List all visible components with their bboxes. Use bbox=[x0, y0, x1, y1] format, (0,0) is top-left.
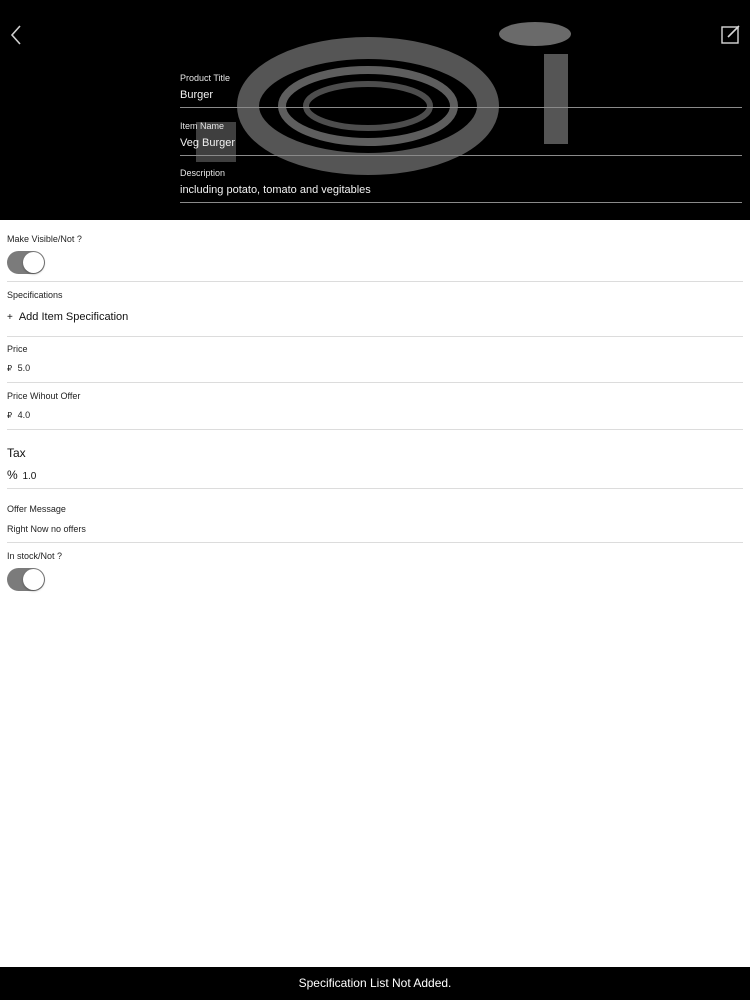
price-without-offer-amount: 4.0 bbox=[17, 410, 31, 420]
currency-symbol: ₽ bbox=[7, 364, 13, 373]
price-label: Price bbox=[7, 344, 28, 354]
stock-section: In stock/Not ? bbox=[7, 551, 743, 599]
status-toast: Specification List Not Added. bbox=[0, 967, 750, 1000]
item-name-field[interactable]: Item Name Veg Burger bbox=[180, 121, 742, 156]
price-value: ₽ 5.0 bbox=[7, 363, 30, 373]
divider bbox=[7, 382, 743, 383]
item-name-label: Item Name bbox=[180, 121, 225, 131]
divider bbox=[180, 155, 742, 156]
stock-toggle[interactable] bbox=[7, 568, 45, 591]
edit-icon bbox=[721, 25, 740, 44]
product-title-field[interactable]: Product Title Burger bbox=[180, 73, 742, 108]
product-header: Product Title Burger Item Name Veg Burge… bbox=[0, 0, 750, 220]
price-amount: 5.0 bbox=[17, 363, 31, 373]
divider bbox=[7, 542, 743, 543]
back-button[interactable] bbox=[4, 18, 32, 52]
offer-message-value: Right Now no offers bbox=[7, 524, 86, 534]
divider bbox=[7, 429, 743, 430]
offer-message-label: Offer Message bbox=[7, 504, 66, 514]
edit-button[interactable] bbox=[718, 22, 744, 48]
divider bbox=[180, 202, 742, 203]
item-name-value: Veg Burger bbox=[180, 137, 236, 149]
price-without-offer-label: Price Wihout Offer bbox=[7, 391, 81, 401]
currency-symbol: ₽ bbox=[7, 411, 13, 420]
divider bbox=[7, 281, 743, 282]
tax-amount: 1.0 bbox=[22, 471, 37, 482]
add-specification-button[interactable]: + Add Item Specification bbox=[7, 311, 128, 323]
toggle-knob bbox=[23, 569, 44, 590]
divider bbox=[180, 107, 742, 108]
product-title-value: Burger bbox=[180, 89, 214, 101]
percent-symbol: % bbox=[7, 468, 18, 482]
specifications-section: Specifications + Add Item Specification bbox=[7, 290, 743, 337]
visibility-label: Make Visible/Not ? bbox=[7, 234, 82, 244]
specifications-label: Specifications bbox=[7, 290, 63, 300]
tax-label: Tax bbox=[7, 446, 26, 460]
description-value: including potato, tomato and vegitables bbox=[180, 184, 371, 196]
tax-section[interactable]: Tax % 1.0 bbox=[7, 446, 743, 489]
price-section[interactable]: Price ₽ 5.0 bbox=[7, 344, 743, 383]
toast-message: Specification List Not Added. bbox=[298, 976, 452, 990]
visibility-section: Make Visible/Not ? bbox=[7, 234, 743, 282]
description-label: Description bbox=[180, 168, 226, 178]
visibility-toggle[interactable] bbox=[7, 251, 45, 274]
toggle-knob bbox=[23, 252, 44, 273]
description-field[interactable]: Description including potato, tomato and… bbox=[180, 168, 742, 203]
divider bbox=[7, 336, 743, 337]
divider bbox=[7, 488, 743, 489]
tax-value: % 1.0 bbox=[7, 468, 36, 482]
offer-message-section[interactable]: Offer Message Right Now no offers bbox=[7, 504, 743, 543]
price-without-offer-value: ₽ 4.0 bbox=[7, 410, 30, 420]
price-without-offer-section[interactable]: Price Wihout Offer ₽ 4.0 bbox=[7, 391, 743, 430]
product-title-label: Product Title bbox=[180, 73, 231, 83]
add-specification-label: Add Item Specification bbox=[18, 311, 129, 323]
stock-label: In stock/Not ? bbox=[7, 551, 63, 561]
plus-icon: + bbox=[7, 312, 13, 323]
chevron-left-icon bbox=[10, 25, 21, 45]
